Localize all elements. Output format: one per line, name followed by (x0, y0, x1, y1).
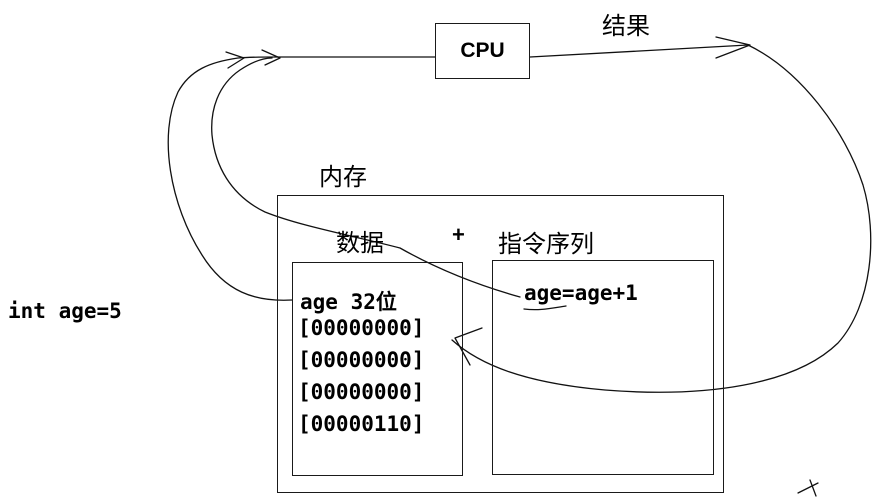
cpu-label: CPU (460, 39, 505, 62)
corner-tick (797, 479, 819, 497)
declaration-text: int age=5 (8, 299, 122, 323)
memory-title: 内存 (319, 163, 367, 191)
cpu-to-result-arrow (529, 44, 749, 58)
instruction-title: 指令序列 (498, 230, 594, 258)
data-byte: [00000000] (298, 380, 425, 404)
data-header: age 32位 (300, 290, 397, 314)
result-label: 结果 (602, 12, 650, 40)
data-byte: [00000110] (298, 412, 425, 436)
data-title: 数据 (336, 229, 384, 257)
data-byte: [00000000] (298, 316, 425, 340)
cpu-to-result-arrowhead (715, 36, 751, 59)
data-byte: [00000000] (298, 348, 425, 372)
plus-sign: + (452, 222, 465, 247)
instruction-text: age=age+1 (524, 281, 638, 305)
